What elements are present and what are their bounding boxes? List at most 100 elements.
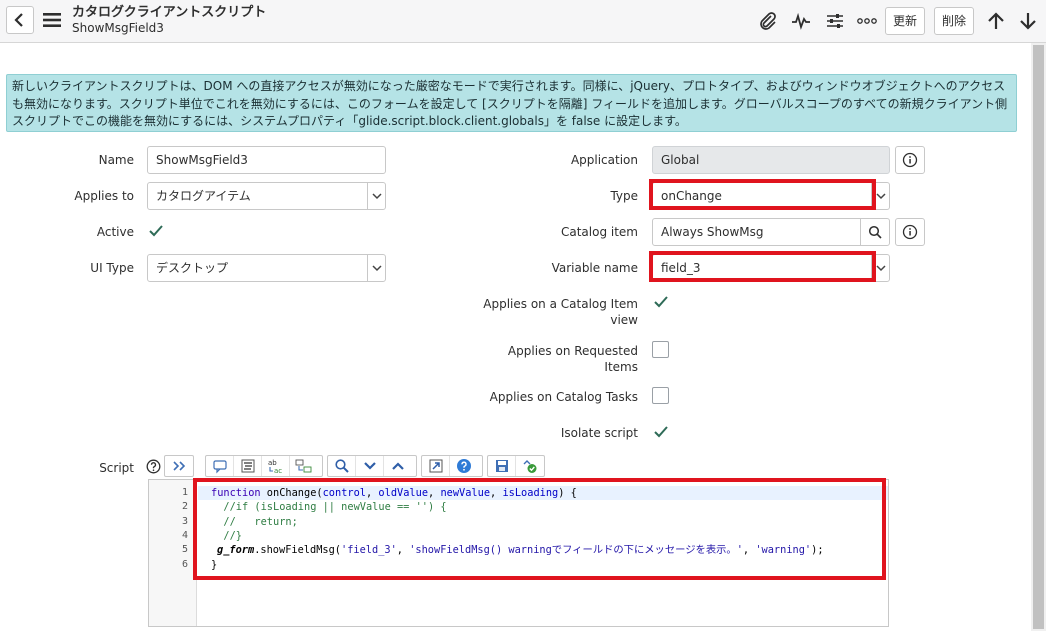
catalog-item-input[interactable]: Always ShowMsg: [652, 218, 890, 246]
chevron-left-icon: [14, 13, 23, 27]
more-options-icon[interactable]: [856, 10, 878, 32]
script-include-button[interactable]: [165, 456, 193, 476]
name-input[interactable]: ShowMsgField3: [147, 146, 386, 174]
page-title: カタログクライアントスクリプト: [72, 5, 267, 20]
arrow-up-icon[interactable]: [985, 10, 1007, 32]
update-button[interactable]: 更新: [885, 7, 926, 35]
code-string: 'showFieldMsg() warningでフィールドの下にメッセージを表示…: [409, 544, 743, 557]
hamburger-menu-icon[interactable]: [42, 10, 64, 32]
variable-name-label: Variable name: [551, 261, 638, 275]
info-banner: 新しいクライアントスクリプトは、DOM への直接アクセスが無効になった厳密なモー…: [6, 74, 1017, 132]
checkmark-icon: [654, 296, 668, 308]
type-label: Type: [610, 189, 638, 203]
code-function-name: onChange(: [260, 487, 323, 499]
line-number: 6: [181, 558, 188, 570]
checkmark-icon: [149, 225, 163, 237]
applies-tasks-checkbox[interactable]: [652, 387, 669, 404]
scrollbar-thumb[interactable]: [1033, 45, 1044, 629]
arrow-down-icon[interactable]: [1017, 10, 1039, 32]
applies-requested-checkbox[interactable]: [652, 341, 669, 358]
ui-type-value: デスクトップ: [156, 261, 229, 275]
editor-help-button[interactable]: [450, 456, 478, 476]
code-punct: ,: [396, 544, 410, 557]
variable-name-select[interactable]: field_3: [652, 254, 890, 282]
checkmark-icon: [654, 426, 668, 438]
find-next-button[interactable]: [356, 456, 384, 476]
code-line-3: // return;: [211, 515, 298, 528]
comment-button[interactable]: [206, 456, 234, 476]
toolbar-group-view: [421, 455, 483, 477]
help-icon: [457, 459, 471, 473]
toolbar-group-script-include: [164, 455, 194, 477]
code-line-4: //}: [211, 529, 242, 542]
script-editor[interactable]: 1 2 3 4 5 6 function onChange(control, o…: [148, 479, 889, 627]
replace-all-icon: [295, 459, 312, 473]
lookup-search-button[interactable]: [860, 219, 889, 245]
ui-type-label: UI Type: [90, 261, 134, 275]
save-icon: [495, 460, 508, 472]
code-line-1: function onChange(control, oldValue, new…: [211, 486, 577, 500]
info-icon: [902, 224, 918, 240]
svg-text:ab: ab: [268, 459, 277, 467]
page-scrollbar[interactable]: [1031, 43, 1046, 631]
find-button[interactable]: [328, 456, 356, 476]
type-select[interactable]: onChange: [652, 182, 890, 210]
code-param: isLoading: [502, 487, 559, 499]
line-number-gutter: 1 2 3 4 5 6: [149, 480, 197, 626]
applies-catalog-view-checkbox[interactable]: [652, 293, 670, 311]
form-header: カタログクライアントスクリプト ShowMsgField3 更新 削除: [0, 0, 1046, 43]
ui-type-select[interactable]: デスクトップ: [147, 254, 386, 282]
variable-name-value: field_3: [661, 261, 701, 275]
line-number: 2: [181, 501, 188, 513]
code-line-6: }: [211, 558, 218, 571]
catalog-item-info-button[interactable]: [895, 218, 925, 246]
record-name: ShowMsgField3: [72, 21, 164, 35]
code-string: 'field_3': [341, 544, 397, 557]
replace-icon: abac: [268, 459, 282, 474]
applies-to-select[interactable]: カタログアイテム: [147, 182, 386, 210]
find-previous-button[interactable]: [384, 456, 412, 476]
application-info-button[interactable]: [895, 146, 925, 174]
applies-to-value: カタログアイテム: [156, 189, 251, 203]
code-punct: ,: [366, 487, 379, 499]
chevron-down-icon: [363, 462, 376, 470]
fullscreen-button[interactable]: [422, 456, 450, 476]
code-string: 'warning': [755, 544, 812, 557]
toolbar-group-edit: ab ac: [205, 455, 323, 477]
syntax-check-button[interactable]: [516, 456, 544, 476]
code-punct: ,: [742, 544, 756, 557]
script-label: Script: [99, 461, 134, 475]
application-field: Global: [652, 146, 890, 174]
activity-pulse-icon[interactable]: [790, 10, 812, 32]
attachment-icon[interactable]: [757, 10, 779, 32]
applies-catalog-view-label-line1: Applies on a Catalog Item: [483, 297, 638, 311]
applies-tasks-label: Applies on Catalog Tasks: [489, 390, 638, 404]
title-block: カタログクライアントスクリプト ShowMsgField3: [72, 5, 266, 35]
script-help-icon[interactable]: [146, 459, 161, 474]
code-punct: );: [811, 544, 824, 557]
comment-icon: [212, 460, 227, 474]
delete-button[interactable]: 削除: [934, 7, 975, 35]
check-script-icon: [523, 460, 537, 473]
settings-sliders-icon[interactable]: [824, 10, 846, 32]
toolbar-group-save: [487, 455, 545, 477]
replace-all-button[interactable]: [290, 456, 318, 476]
line-number: 5: [181, 544, 188, 556]
code-line-5: g_form.showFieldMsg('field_3', 'showFiel…: [217, 543, 824, 557]
back-button[interactable]: [6, 6, 34, 34]
active-checkbox[interactable]: [147, 222, 165, 240]
code-punct: ,: [428, 487, 441, 499]
isolate-script-checkbox[interactable]: [652, 423, 670, 441]
name-label: Name: [98, 153, 134, 167]
save-button[interactable]: [488, 456, 516, 476]
applies-catalog-view-label-line2: view: [610, 313, 638, 327]
format-code-button[interactable]: [234, 456, 262, 476]
search-icon: [334, 459, 349, 473]
code-object: g_form: [217, 544, 255, 557]
catalog-item-label: Catalog item: [560, 225, 638, 239]
replace-button[interactable]: ab ac: [262, 456, 290, 476]
chevron-down-icon: [871, 183, 889, 209]
info-icon: [902, 152, 918, 168]
chevron-down-icon: [367, 255, 385, 281]
svg-text:ac: ac: [274, 467, 282, 474]
